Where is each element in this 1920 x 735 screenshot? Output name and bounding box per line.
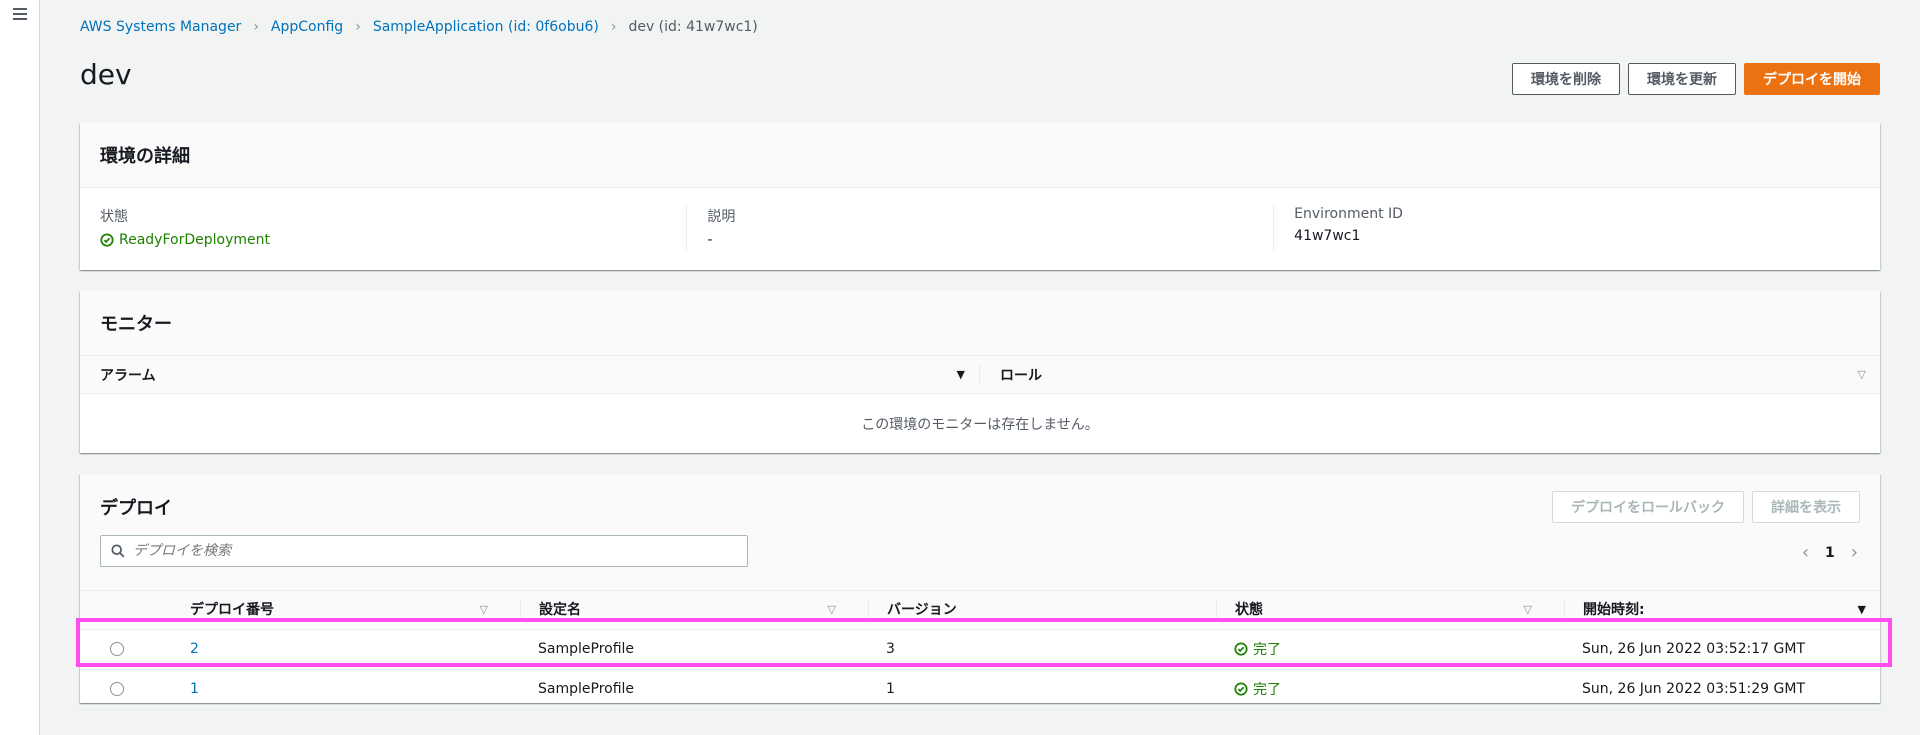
- chevron-right-icon: ›: [355, 19, 361, 35]
- chevron-left-icon[interactable]: ‹: [1802, 542, 1809, 563]
- sort-icon: ▽: [479, 602, 488, 616]
- page-title: dev: [80, 58, 132, 91]
- column-label: 開始時刻:: [1583, 601, 1645, 618]
- start-time-cell: Sun, 26 Jun 2022 03:51:29 GMT: [1546, 669, 1880, 710]
- header-actions: 環境を削除 環境を更新 デプロイを開始: [1512, 63, 1880, 95]
- column-header-role[interactable]: ロール ▽: [980, 356, 1880, 393]
- environment-id-value: 41w7wc1: [1294, 228, 1361, 244]
- config-name-cell: SampleProfile: [502, 629, 850, 670]
- deployment-number-link[interactable]: 2: [190, 641, 199, 657]
- version-cell: 1: [850, 669, 1198, 710]
- deployment-number-cell: 2: [154, 629, 502, 670]
- column-header-deployment-number[interactable]: デプロイ番号 ▽: [154, 591, 502, 630]
- status-value: 完了: [1234, 679, 1281, 699]
- breadcrumb-systems-manager[interactable]: AWS Systems Manager: [80, 19, 241, 35]
- column-label: 状態: [1235, 601, 1263, 618]
- sort-descending-icon: ▼: [1857, 602, 1866, 616]
- description-field: 説明 -: [686, 206, 1273, 251]
- panel-header: デプロイ デプロイをロールバック 詳細を表示 ‹ 1 ›: [80, 474, 1880, 591]
- deployment-number-cell: 1: [154, 669, 502, 710]
- environment-id-label: Environment ID: [1294, 206, 1403, 222]
- config-name-cell: SampleProfile: [502, 669, 850, 710]
- success-check-icon: [1234, 681, 1248, 696]
- description-label: 説明: [707, 209, 736, 225]
- column-header-config-name[interactable]: 設定名 ▽: [502, 591, 850, 630]
- chevron-right-icon: ›: [610, 19, 617, 35]
- status-label: 状態: [100, 209, 128, 225]
- deployments-table: デプロイ番号 ▽ 設定名 ▽ バージョン 状態 ▽ 開始時刻: ▼ 2 SamplePr…: [80, 591, 1880, 710]
- sort-icon: ▽: [827, 602, 836, 616]
- version-cell: 3: [850, 629, 1198, 670]
- row-radio[interactable]: [110, 642, 124, 656]
- monitors-panel: モニター アラーム ▼ ロール ▽ この環境のモニターは存在しません。: [80, 291, 1880, 453]
- panel-title: モニター: [100, 314, 172, 335]
- column-label: ロール: [1000, 367, 1042, 384]
- table-header-row: デプロイ番号 ▽ 設定名 ▽ バージョン 状態 ▽ 開始時刻: ▼: [80, 591, 1880, 630]
- search-input[interactable]: [101, 536, 747, 566]
- menu-icon[interactable]: [13, 8, 27, 20]
- status-cell: 完了: [1198, 669, 1546, 710]
- breadcrumb-application[interactable]: SampleApplication (id: 0f6obu6): [373, 19, 599, 35]
- panel-header: 環境の詳細: [80, 123, 1880, 188]
- status-value: 完了: [1234, 639, 1281, 659]
- status-text: 完了: [1253, 681, 1281, 698]
- deployment-number-link[interactable]: 1: [190, 681, 199, 697]
- environment-details-panel: 環境の詳細 状態 ReadyForDeployment 説明 - Environ…: [80, 123, 1880, 270]
- monitors-table-header: アラーム ▼ ロール ▽: [80, 356, 1880, 394]
- row-select: [80, 669, 154, 710]
- chevron-right-icon[interactable]: ›: [1851, 542, 1858, 563]
- start-deployment-button[interactable]: デプロイを開始: [1744, 63, 1880, 95]
- panel-title: デプロイ: [100, 498, 172, 519]
- left-nav-rail: [0, 0, 40, 735]
- status-value: ReadyForDeployment: [100, 232, 270, 248]
- update-environment-button[interactable]: 環境を更新: [1628, 63, 1736, 95]
- column-header-start-time[interactable]: 開始時刻: ▼: [1546, 591, 1880, 630]
- table-row[interactable]: 2 SampleProfile 3 完了 Sun, 26 Jun 2022 03…: [80, 629, 1880, 670]
- column-label: バージョン: [887, 601, 957, 618]
- sort-icon: ▽: [1523, 602, 1532, 616]
- rollback-deployment-button[interactable]: デプロイをロールバック: [1552, 491, 1744, 523]
- sort-descending-icon: ▼: [956, 368, 965, 381]
- breadcrumb-current: dev (id: 41w7wc1): [628, 19, 758, 35]
- panel-header: モニター: [80, 291, 1880, 356]
- column-header-alarm[interactable]: アラーム ▼: [80, 363, 980, 386]
- panel-title: 環境の詳細: [100, 146, 190, 167]
- details-row: 状態 ReadyForDeployment 説明 - Environment I…: [80, 188, 1880, 251]
- column-label: 設定名: [539, 601, 581, 618]
- row-radio[interactable]: [110, 682, 124, 696]
- status-text: ReadyForDeployment: [119, 232, 270, 248]
- start-time-cell: Sun, 26 Jun 2022 03:52:17 GMT: [1546, 629, 1880, 670]
- select-column-header: [80, 591, 154, 630]
- success-check-icon: [100, 233, 114, 247]
- column-label: デプロイ番号: [190, 601, 274, 618]
- delete-environment-button[interactable]: 環境を削除: [1512, 63, 1620, 95]
- environment-id-field: Environment ID 41w7wc1: [1273, 206, 1860, 251]
- sort-icon: ▽: [1857, 368, 1866, 381]
- column-header-version[interactable]: バージョン: [850, 591, 1198, 630]
- chevron-right-icon: ›: [253, 19, 259, 35]
- success-check-icon: [1234, 641, 1248, 656]
- row-select: [80, 629, 154, 670]
- deployment-search: [100, 535, 748, 567]
- breadcrumb: AWS Systems Manager › AppConfig › SampleAppl…: [80, 19, 758, 35]
- table-row[interactable]: 1 SampleProfile 1 完了 Sun, 26 Jun 2022 03…: [80, 669, 1880, 710]
- breadcrumb-appconfig[interactable]: AppConfig: [271, 19, 343, 35]
- column-header-status[interactable]: 状態 ▽: [1198, 591, 1546, 630]
- column-label: アラーム: [100, 367, 156, 384]
- deployments-panel: デプロイ デプロイをロールバック 詳細を表示 ‹ 1 › デプロイ番号 ▽ 設定名…: [80, 474, 1880, 710]
- pagination: ‹ 1 ›: [1802, 542, 1858, 563]
- deployment-actions: デプロイをロールバック 詳細を表示: [1552, 491, 1860, 523]
- search-icon: [111, 544, 125, 558]
- status-cell: 完了: [1198, 629, 1546, 670]
- view-details-button[interactable]: 詳細を表示: [1752, 491, 1860, 523]
- page-number[interactable]: 1: [1825, 545, 1835, 561]
- status-field: 状態 ReadyForDeployment: [100, 206, 686, 251]
- status-text: 完了: [1253, 641, 1281, 658]
- empty-state-message: この環境のモニターは存在しません。: [861, 417, 1099, 433]
- description-value: -: [707, 232, 713, 248]
